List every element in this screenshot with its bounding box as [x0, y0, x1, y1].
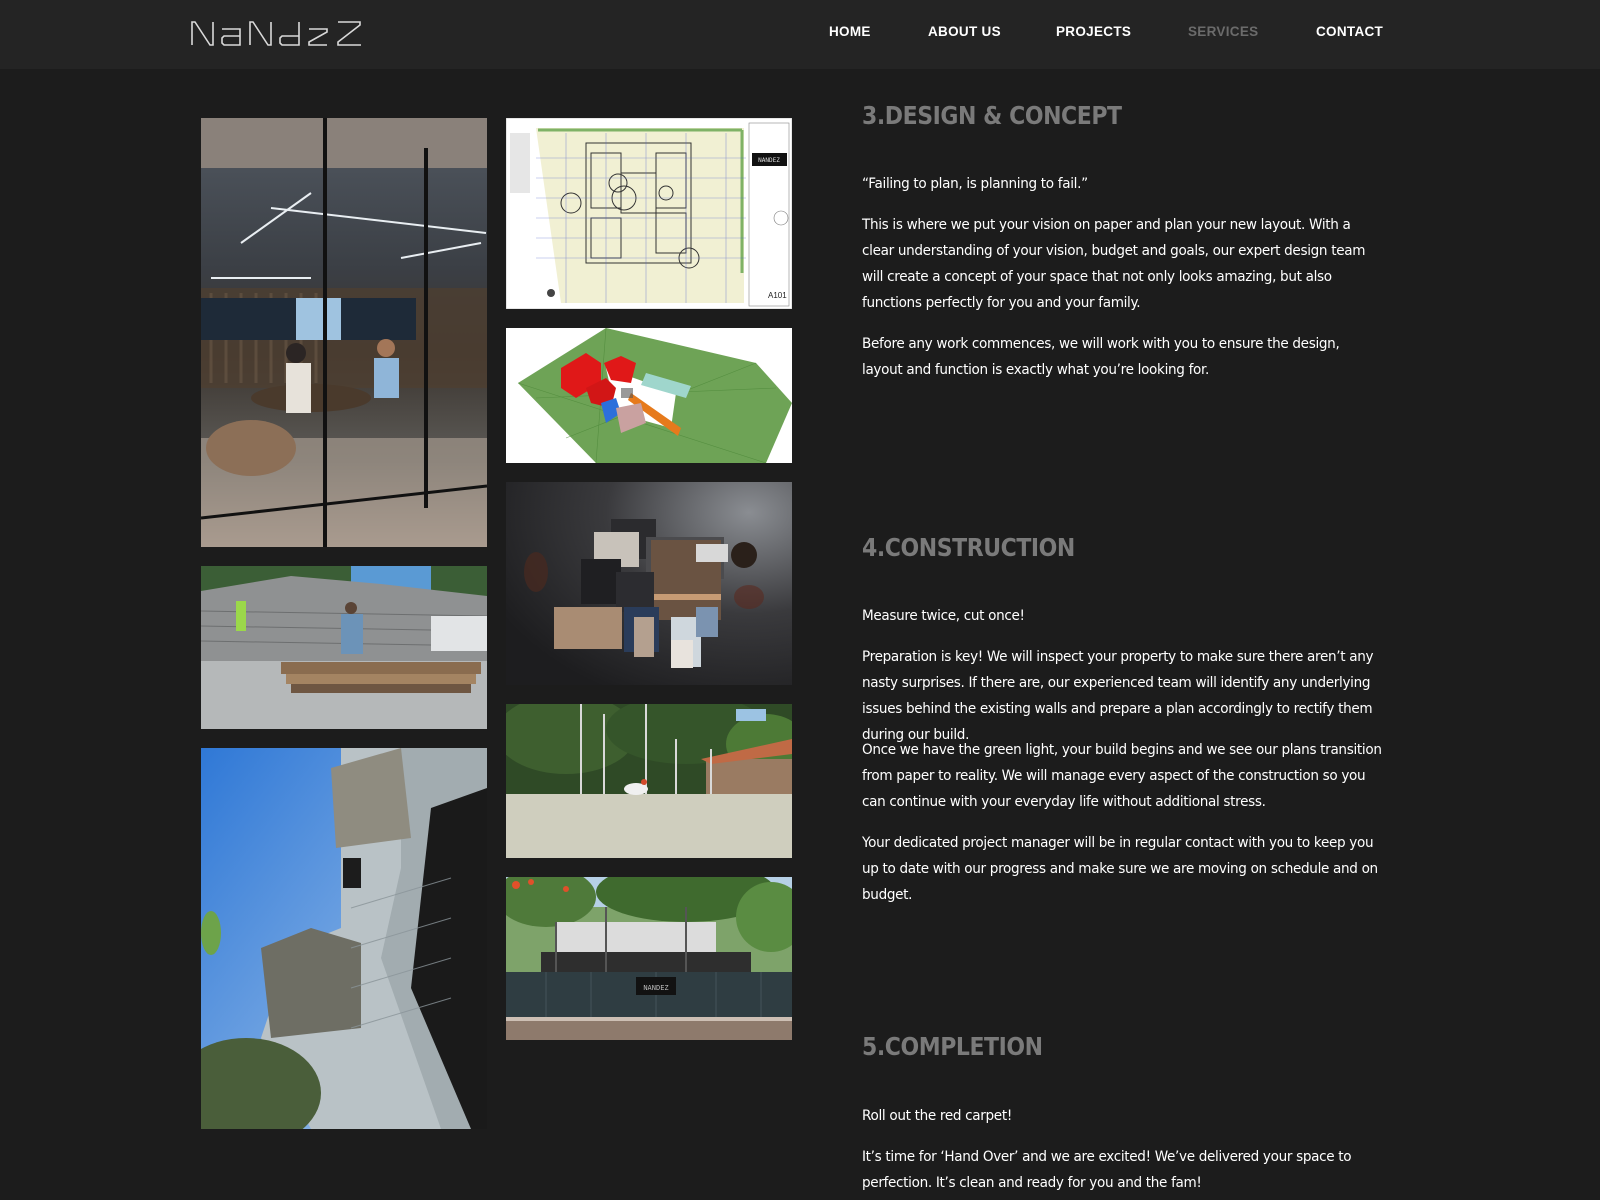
site-fence-photo: NANDEZ	[506, 877, 792, 1040]
section-title: 5.COMPLETION	[862, 1032, 1043, 1061]
section-paragraph: Before any work commences, we will work …	[862, 335, 1340, 378]
section-paragraph: Preparation is key! We will inspect your…	[862, 648, 1374, 743]
section-tagline: Measure twice, cut once!	[862, 607, 1025, 624]
concrete-slab-photo	[506, 704, 792, 858]
site-header: HOME ABOUT US PROJECTS SERVICES CONTACT	[0, 0, 1600, 69]
office-meeting-photo	[201, 118, 487, 547]
3d-massing-model	[506, 328, 792, 463]
section-paragraph: This is where we put your vision on pape…	[862, 216, 1366, 311]
building-facade-photo	[201, 748, 487, 1129]
section-paragraph: Your dedicated project manager will be i…	[862, 834, 1378, 903]
nav-about-us[interactable]: ABOUT US	[928, 24, 1001, 39]
nav-services[interactable]: SERVICES	[1188, 24, 1258, 39]
construction-lumber-photo	[201, 566, 487, 729]
section-paragraph: It’s time for ‘Hand Over’ and we are exc…	[862, 1148, 1352, 1191]
section-title: 4.CONSTRUCTION	[862, 533, 1075, 562]
section-paragraph: Once we have the green light, your build…	[862, 741, 1382, 810]
section-tagline: “Failing to plan, is planning to fail.”	[862, 175, 1088, 192]
floor-plan-logo: NANDEZ	[758, 157, 780, 164]
material-moodboard-photo	[506, 482, 792, 685]
sheet-label: A101	[768, 291, 787, 300]
section-tagline: Roll out the red carpet!	[862, 1107, 1012, 1124]
main-nav: HOME ABOUT US PROJECTS SERVICES CONTACT	[0, 24, 1600, 44]
nav-home[interactable]: HOME	[829, 24, 871, 39]
nav-contact[interactable]: CONTACT	[1316, 24, 1383, 39]
fence-banner-logo: NANDEZ	[643, 984, 668, 992]
floor-plan-drawing: NANDEZ A101	[506, 118, 792, 309]
section-title: 3.DESIGN & CONCEPT	[862, 101, 1122, 130]
nav-projects[interactable]: PROJECTS	[1056, 24, 1131, 39]
